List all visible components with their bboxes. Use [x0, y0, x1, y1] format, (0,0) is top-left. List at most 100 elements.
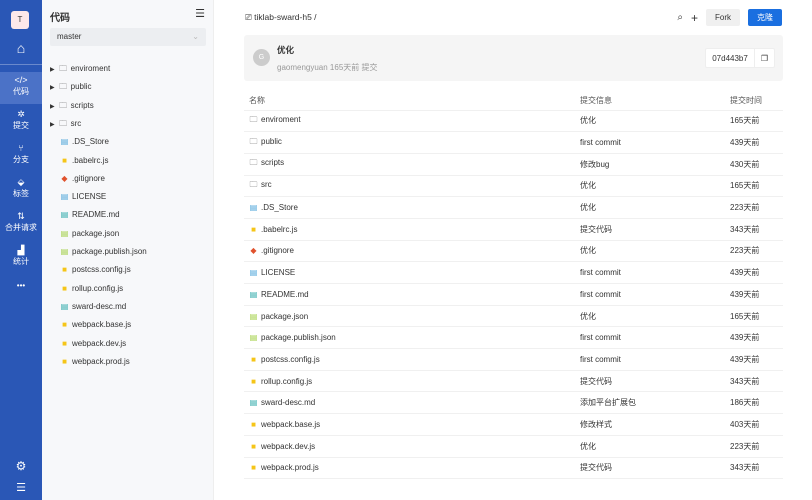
file-name[interactable]: webpack.base.js	[261, 420, 320, 429]
tree-item[interactable]: ▤ .DS_Store	[60, 134, 109, 150]
file-name[interactable]: LICENSE	[261, 268, 295, 277]
commit-message-cell[interactable]: 修改样式	[575, 413, 725, 436]
nav-item-5[interactable]: ▟ 统计	[0, 242, 42, 274]
table-row[interactable]: ▤ package.json 优化 165天前	[244, 305, 783, 328]
file-name[interactable]: scripts	[261, 158, 284, 167]
clone-button[interactable]: 克隆	[748, 9, 782, 26]
file-name-cell[interactable]: ■ .babelrc.js	[244, 218, 575, 241]
file-name-cell[interactable]: ■ webpack.base.js	[244, 413, 575, 436]
table-row[interactable]: ◆ .gitignore 优化 223天前	[244, 240, 783, 263]
commit-message-cell[interactable]: first commit	[575, 283, 725, 306]
tree-item[interactable]: ■ webpack.dev.js	[60, 336, 126, 352]
file-name[interactable]: public	[261, 137, 282, 146]
add-icon[interactable]: +	[691, 11, 698, 25]
tree-item[interactable]: ◆ .gitignore	[60, 171, 105, 187]
file-name-cell[interactable]: 🗀 public	[244, 131, 575, 154]
commit-message-cell[interactable]: 提交代码	[575, 457, 725, 480]
menu-toggle-icon[interactable]: ☰	[195, 7, 205, 20]
tree-item[interactable]: ▤ package.json	[60, 226, 119, 242]
table-row[interactable]: ■ webpack.prod.js 提交代码 343天前	[244, 457, 783, 480]
commit-message-cell[interactable]: 提交代码	[575, 218, 725, 241]
nav-item-3[interactable]: ⬙ 标签	[0, 174, 42, 206]
caret-right-icon[interactable]: ▶	[50, 85, 55, 91]
caret-right-icon[interactable]: ▶	[50, 67, 55, 73]
repo-name[interactable]: tiklab-sward-h5 /	[254, 12, 316, 22]
commit-message-cell[interactable]: 优化	[575, 175, 725, 198]
file-name-cell[interactable]: ■ postcss.config.js	[244, 348, 575, 371]
tree-item[interactable]: ▤ README.md	[60, 207, 120, 223]
file-name[interactable]: package.json	[261, 312, 308, 321]
tree-item[interactable]: ■ rollup.config.js	[60, 281, 123, 297]
table-row[interactable]: 🗀 scripts 修改bug 430天前	[244, 153, 783, 176]
file-name-cell[interactable]: ▤ LICENSE	[244, 261, 575, 284]
tree-item[interactable]: ■ .babelrc.js	[60, 153, 108, 169]
file-name[interactable]: package.publish.json	[261, 333, 336, 342]
file-name[interactable]: README.md	[261, 290, 309, 299]
file-name-cell[interactable]: ■ webpack.prod.js	[244, 457, 575, 480]
more-icon[interactable]: •••	[0, 281, 42, 290]
table-row[interactable]: ▤ sward-desc.md 添加平台扩展包 186天前	[244, 391, 783, 415]
table-row[interactable]: ■ rollup.config.js 提交代码 343天前	[244, 370, 783, 393]
file-name-cell[interactable]: 🗀 src	[244, 175, 575, 198]
tree-item[interactable]: ▶ 🗀 public	[50, 79, 92, 95]
tree-item[interactable]: ▶ 🗀 scripts	[50, 98, 94, 114]
file-name-cell[interactable]: ▤ README.md	[244, 283, 575, 306]
commit-message-cell[interactable]: first commit	[575, 348, 725, 371]
commit-message-cell[interactable]: 提交代码	[575, 370, 725, 393]
nav-item-1[interactable]: ✲ 提交	[0, 106, 42, 138]
home-icon[interactable]: ⌂	[0, 40, 42, 56]
file-name-cell[interactable]: ▤ package.publish.json	[244, 326, 575, 350]
file-name[interactable]: sward-desc.md	[261, 398, 315, 407]
table-row[interactable]: ■ webpack.base.js 修改样式 403天前	[244, 413, 783, 436]
file-name[interactable]: rollup.config.js	[261, 377, 312, 386]
file-name-cell[interactable]: 🗀 scripts	[244, 153, 575, 176]
table-row[interactable]: ■ webpack.dev.js 优化 223天前	[244, 435, 783, 458]
file-name[interactable]: postcss.config.js	[261, 355, 320, 364]
tree-item[interactable]: ▶ 🗀 src	[50, 116, 81, 132]
tree-item[interactable]: ▤ sward-desc.md	[60, 299, 127, 315]
commit-message-cell[interactable]: first commit	[575, 326, 725, 350]
file-name[interactable]: webpack.dev.js	[261, 442, 315, 451]
branch-select[interactable]: master ⌄	[50, 28, 206, 46]
commit-message-cell[interactable]: first commit	[575, 261, 725, 284]
table-row[interactable]: ▤ README.md first commit 439天前	[244, 283, 783, 306]
commit-message-cell[interactable]: 修改bug	[575, 153, 725, 176]
file-name-cell[interactable]: ◆ .gitignore	[244, 240, 575, 263]
table-row[interactable]: ■ postcss.config.js first commit 439天前	[244, 348, 783, 371]
tree-item[interactable]: ▤ LICENSE	[60, 189, 107, 205]
tree-item[interactable]: ▶ 🗀 enviroment	[50, 61, 110, 77]
file-name-cell[interactable]: ▤ .DS_Store	[244, 196, 575, 219]
commit-message-cell[interactable]: 优化	[575, 196, 725, 219]
tree-item[interactable]: ■ webpack.base.js	[60, 317, 131, 333]
file-name[interactable]: .DS_Store	[261, 203, 298, 212]
settings-icon[interactable]: ⚙	[0, 459, 42, 473]
commit-message-cell[interactable]: 优化	[575, 435, 725, 458]
table-row[interactable]: ▤ package.publish.json first commit 439天前	[244, 326, 783, 350]
file-name-cell[interactable]: 🗀 enviroment	[244, 110, 575, 133]
fork-button[interactable]: Fork	[706, 9, 740, 26]
table-row[interactable]: ▤ LICENSE first commit 439天前	[244, 261, 783, 284]
commit-message[interactable]: 优化	[277, 44, 294, 56]
table-row[interactable]: 🗀 src 优化 165天前	[244, 175, 783, 198]
commit-message-cell[interactable]: 优化	[575, 110, 725, 133]
tree-item[interactable]: ■ webpack.prod.js	[60, 354, 130, 370]
file-name-cell[interactable]: ▤ package.json	[244, 305, 575, 328]
file-name[interactable]: .gitignore	[261, 246, 294, 255]
table-row[interactable]: 🗀 public first commit 439天前	[244, 131, 783, 154]
commit-message-cell[interactable]: 优化	[575, 240, 725, 263]
file-name[interactable]: enviroment	[261, 115, 301, 124]
tree-item[interactable]: ■ postcss.config.js	[60, 262, 131, 278]
commit-message-cell[interactable]: 添加平台扩展包	[575, 391, 725, 415]
commit-sha[interactable]: 07d443b7	[706, 49, 754, 67]
search-icon[interactable]: ⌕	[677, 12, 683, 23]
file-name[interactable]: src	[261, 180, 272, 189]
copy-icon[interactable]: ❐	[753, 49, 774, 67]
file-name[interactable]: .babelrc.js	[261, 225, 297, 234]
table-row[interactable]: ▤ .DS_Store 优化 223天前	[244, 196, 783, 219]
file-name[interactable]: webpack.prod.js	[261, 463, 319, 472]
nav-item-0[interactable]: </> 代码	[0, 72, 42, 104]
collapse-menu-icon[interactable]: ☰	[0, 481, 42, 494]
file-name-cell[interactable]: ▤ sward-desc.md	[244, 391, 575, 415]
table-row[interactable]: ■ .babelrc.js 提交代码 343天前	[244, 218, 783, 241]
commit-message-cell[interactable]: first commit	[575, 131, 725, 154]
